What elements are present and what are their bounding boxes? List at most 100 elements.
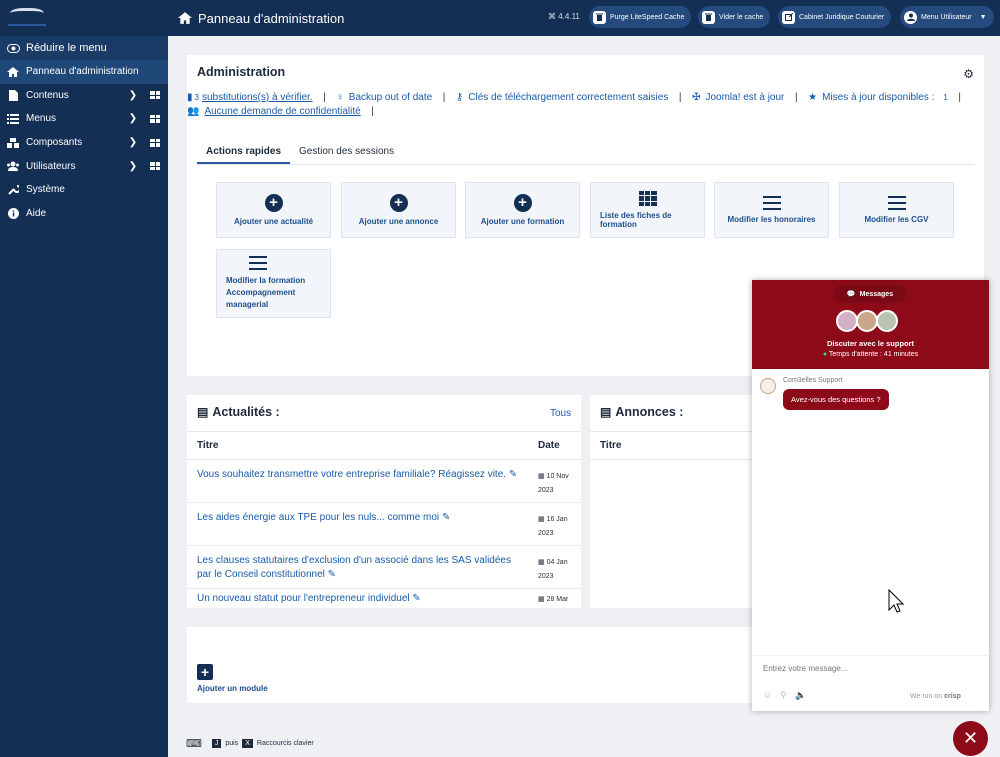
news-row-date: ▦ 28 Mar (538, 593, 568, 607)
news-row-title[interactable]: Vous souhaitez transmettre votre entrepr… (197, 468, 527, 482)
logo[interactable] (0, 0, 168, 36)
sidebar-item-contents[interactable]: Contenus ❯ (0, 84, 168, 108)
updates-text: Mises à jour disponibles : (822, 92, 935, 103)
plus-circle-icon: + (513, 194, 532, 212)
emoji-icon[interactable]: ☺ (763, 690, 772, 700)
top-bar: Panneau d'administration ⌘ 4.4.11 Purge … (168, 0, 1000, 36)
edit-fees-button[interactable]: Modifier les honoraires (714, 182, 829, 238)
edit-icon[interactable]: ✎ (328, 569, 336, 580)
edit-icon[interactable]: ✎ (509, 469, 517, 480)
sidebar-item-components[interactable]: Composants ❯ (0, 131, 168, 155)
training-sheets-label: Liste des fiches de formation (600, 211, 672, 229)
plus-circle-icon: + (389, 194, 408, 212)
user-avatar-icon (904, 10, 917, 24)
news-title-text: Actualités : (212, 405, 280, 419)
administration-title: Administration (197, 65, 286, 79)
add-training-button[interactable]: + Ajouter une formation (465, 182, 580, 238)
cubes-icon (6, 137, 20, 148)
tab-session-management[interactable]: Gestion des sessions (290, 139, 403, 164)
audio-icon[interactable]: 🔈 (795, 690, 806, 701)
user-menu-label: Menu Utilisateur (921, 13, 972, 21)
agent-avatar (836, 310, 858, 332)
shortcut-then: puis (225, 740, 239, 747)
chat-header: 💬 Messages Discuter avec le support ● Te… (752, 280, 989, 369)
site-link-button[interactable]: Cabinet Juridique Couturier (778, 6, 892, 28)
dashboard-grid-icon[interactable] (150, 138, 160, 147)
agent-avatar (856, 310, 878, 332)
dashboard-grid-icon[interactable] (150, 114, 160, 123)
chat-support-title: Discuter avec le support (826, 339, 915, 348)
chat-close-button[interactable]: ✕ (953, 721, 988, 756)
add-news-button[interactable]: + Ajouter une actualité (216, 182, 331, 238)
sidebar-toggle[interactable]: Réduire le menu (0, 36, 168, 60)
keyboard-shortcuts[interactable]: ⌨ J puis X Raccourcis clavier (186, 737, 314, 750)
separator: | (439, 92, 449, 103)
info-icon (6, 207, 20, 219)
news-row-title[interactable]: Un nouveau statut pour l'entrepreneur in… (197, 592, 527, 606)
dashboard-grid-icon[interactable] (150, 91, 160, 100)
updates-count: 1 (943, 93, 948, 102)
chat-messages-tab[interactable]: 💬 Messages (834, 285, 906, 303)
chevron-down-icon: ▼ (979, 13, 987, 21)
gears-icon[interactable]: ⚙ (963, 67, 974, 81)
news-date-year: 2023 (538, 487, 554, 494)
clear-cache-button[interactable]: Vider le cache (698, 6, 771, 28)
sidebar-item-users[interactable]: Utilisateurs ❯ (0, 154, 168, 178)
joomla-icon: ✠ (692, 92, 701, 103)
add-training-label: Ajouter une formation (480, 217, 565, 226)
news-row-title[interactable]: Les clauses statutaires d'exclusion d'un… (197, 554, 527, 582)
dashboard-grid-icon[interactable] (150, 162, 160, 171)
edit-terms-button[interactable]: Modifier les CGV (839, 182, 954, 238)
joomla-update-text: Joomla! est à jour (705, 92, 785, 103)
user-menu-button[interactable]: Menu Utilisateur ▼ (900, 6, 994, 28)
chat-wait-text: Temps d'attente : 41 minutes (828, 351, 919, 358)
news-table-header: Titre Date (187, 431, 581, 460)
sidebar-item-label: Composants (26, 137, 83, 149)
tab-quick-actions[interactable]: Actions rapides (197, 139, 291, 164)
sidebar-item-system[interactable]: Système (0, 178, 168, 202)
purge-litespeed-button[interactable]: Purge LiteSpeed Cache (589, 6, 692, 28)
substitutions-count: 3 (194, 93, 199, 102)
updates-link[interactable]: ★ Mises à jour disponibles : 1 (808, 92, 953, 103)
chat-message-bubble: Avez-vous des questions ? (783, 389, 889, 410)
toggle-eye-icon (6, 43, 20, 53)
home-icon (178, 12, 192, 24)
edit-fees-label: Modifier les honoraires (727, 215, 816, 224)
edit-icon[interactable]: ✎ (412, 593, 420, 604)
substitutions-link[interactable]: ▮ 3 substitutions(s) à vérifier. (187, 92, 318, 103)
wrench-icon (6, 184, 20, 195)
backup-link[interactable]: ♀ Backup out of date (336, 92, 437, 103)
table-row: Les aides énergie aux TPE pour les nuls.… (187, 503, 581, 546)
edit-icon[interactable]: ✎ (442, 512, 450, 523)
chevron-right-icon[interactable]: ❯ (126, 90, 140, 101)
shortcut-label: Raccourcis clavier (256, 740, 314, 747)
training-sheets-button[interactable]: Liste des fiches de formation (590, 182, 705, 238)
privacy-link[interactable]: 👥 Aucune demande de confidentialité (187, 106, 366, 117)
chat-message-input[interactable] (763, 664, 978, 673)
add-ad-button[interactable]: + Ajouter une annonce (341, 182, 456, 238)
chevron-right-icon[interactable]: ❯ (126, 161, 140, 172)
key-x: X (242, 739, 253, 748)
sidebar-item-dashboard[interactable]: Panneau d'administration (0, 60, 168, 84)
agent-avatar (876, 310, 898, 332)
news-all-link[interactable]: Tous (550, 408, 571, 419)
news-row-title[interactable]: Les aides énergie aux TPE pour les nuls.… (197, 511, 527, 525)
privacy-text: Aucune demande de confidentialité (204, 106, 361, 117)
newspaper-icon: ▤ (600, 405, 612, 419)
download-keys-link[interactable]: ⚷ Clés de téléchargement correctement sai… (456, 92, 673, 103)
home-icon (6, 66, 20, 77)
chevron-right-icon[interactable]: ❯ (126, 137, 140, 148)
sidebar-item-help[interactable]: Aide (0, 202, 168, 226)
add-module-label: Ajouter un module (197, 684, 268, 693)
sidebar-item-label: Utilisateurs (26, 160, 76, 172)
users-icon (6, 161, 20, 172)
sidebar-item-label: Système (26, 184, 65, 196)
separator: | (320, 92, 329, 103)
chevron-right-icon[interactable]: ❯ (126, 113, 140, 124)
sidebar-item-menus[interactable]: Menus ❯ (0, 107, 168, 131)
chat-agent-avatar (760, 378, 776, 394)
trash-icon (593, 10, 606, 24)
edit-management-training-button[interactable]: Modifier la formation Accompagnement man… (216, 249, 331, 318)
joomla-update-link[interactable]: ✠ Joomla! est à jour (692, 92, 789, 103)
attachment-icon[interactable]: ⚲ (780, 690, 787, 701)
